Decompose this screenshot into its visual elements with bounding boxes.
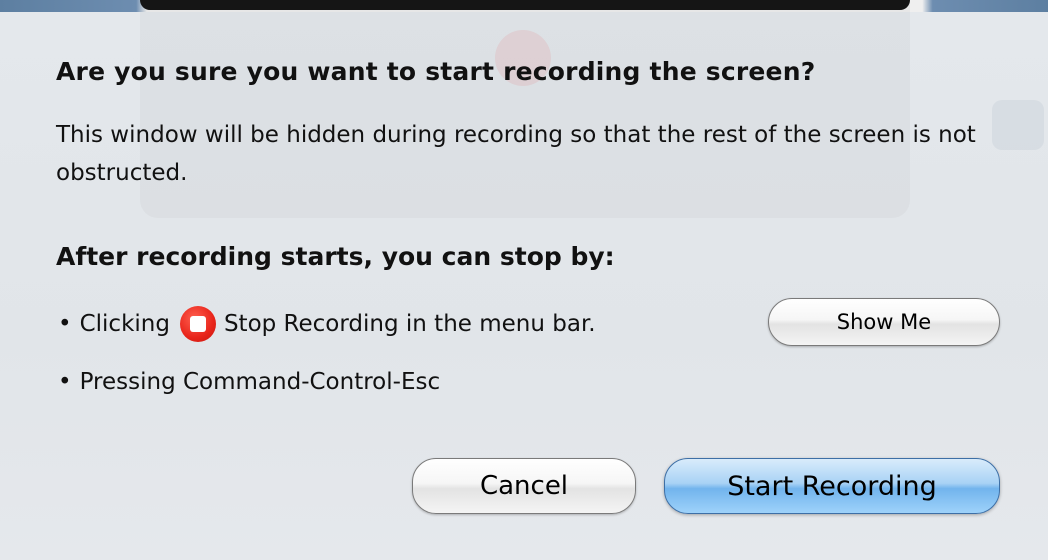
- dialog-description: This window will be hidden during record…: [56, 122, 976, 186]
- cancel-button[interactable]: Cancel: [412, 458, 636, 514]
- start-recording-button[interactable]: Start Recording: [664, 458, 1000, 514]
- stop-instructions-heading: After recording starts, you can stop by:: [56, 242, 615, 271]
- show-me-button[interactable]: Show Me: [768, 298, 1000, 346]
- dialog-title: Are you sure you want to start recording…: [56, 57, 816, 86]
- bullet-marker: •: [58, 311, 72, 337]
- bullet-pressing: • Pressing Command-Control-Esc: [58, 369, 440, 395]
- bullet-pressing-text: Pressing Command-Control-Esc: [79, 369, 441, 395]
- bullet-clicking-prefix: Clicking: [79, 311, 170, 337]
- stop-recording-icon: [179, 306, 216, 342]
- bullet-marker: •: [58, 369, 72, 395]
- bullet-clicking-suffix: Stop Recording in the menu bar.: [223, 311, 596, 337]
- bullet-clicking: • Clicking Stop Recording in the menu ba…: [58, 306, 596, 342]
